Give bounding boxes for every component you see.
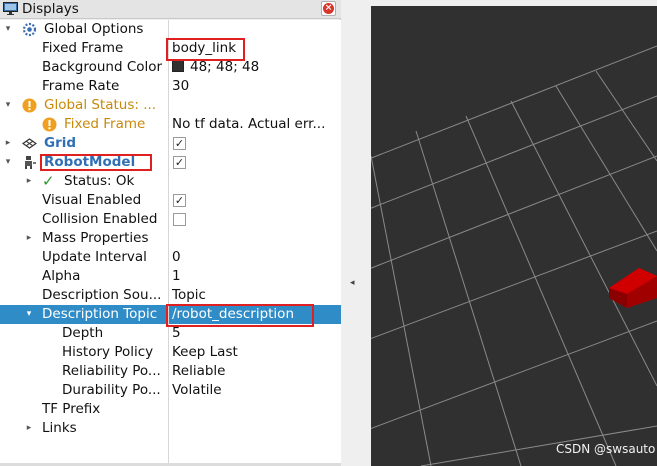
update-interval-value[interactable]: 0 (172, 248, 181, 267)
gear-icon (22, 22, 37, 37)
color-swatch (172, 60, 184, 72)
tree-row-update-interval[interactable]: Update Interval 0 (0, 248, 341, 267)
grid-icon (22, 138, 37, 149)
tree-label: Frame Rate (42, 78, 120, 94)
tree-label: Background Color (42, 59, 163, 75)
check-icon: ✓ (42, 172, 55, 190)
tree-label: Depth (62, 325, 104, 341)
tree-label: Update Interval (42, 249, 147, 265)
chevron-right-icon[interactable]: ▸ (24, 229, 34, 248)
render-view[interactable] (371, 6, 657, 466)
tree-row-grid[interactable]: ▸ Grid ✓ (0, 134, 341, 153)
status-message: No tf data. Actual err... (172, 116, 326, 132)
tree-row-status-fixed-frame[interactable]: Fixed Frame No tf data. Actual err... (0, 115, 341, 134)
tree-row-global-options[interactable]: ▾ Global Options (0, 20, 341, 39)
tree-row-visual-enabled[interactable]: Visual Enabled ✓ (0, 191, 341, 210)
collision-enabled-checkbox[interactable] (173, 213, 186, 226)
tree-label: Durability Po... (62, 382, 161, 398)
visual-enabled-checkbox[interactable]: ✓ (173, 194, 186, 207)
chevron-right-icon[interactable]: ▸ (24, 419, 34, 438)
tree-row-mass-properties[interactable]: ▸ Mass Properties (0, 229, 341, 248)
display-tree[interactable]: ▾ Global Options Fixed Frame body_link B… (0, 20, 341, 463)
chevron-right-icon[interactable]: ▸ (3, 134, 13, 153)
tree-row-alpha[interactable]: Alpha 1 (0, 267, 341, 286)
history-policy-value[interactable]: Keep Last (172, 343, 238, 362)
tree-label: History Policy (62, 344, 154, 360)
tree-label: Fixed Frame (64, 116, 146, 132)
tree-label: Status: Ok (64, 173, 135, 189)
tree-label: Fixed Frame (42, 40, 124, 56)
tree-row-frame-rate[interactable]: Frame Rate 30 (0, 77, 341, 96)
column-divider[interactable] (168, 20, 169, 463)
alpha-value[interactable]: 1 (172, 267, 181, 286)
tree-label: Reliability Po... (62, 363, 161, 379)
displays-titlebar: Displays × (0, 0, 341, 19)
robot-icon (25, 156, 36, 169)
panel-splitter[interactable] (342, 0, 371, 466)
panel-title: Displays (22, 1, 79, 17)
collapse-left-icon[interactable]: ◂ (350, 278, 355, 288)
chevron-right-icon[interactable]: ▸ (24, 172, 34, 191)
annotation-box (166, 38, 245, 61)
annotation-box (40, 154, 152, 171)
chevron-down-icon[interactable]: ▾ (3, 96, 13, 115)
tree-label: TF Prefix (42, 401, 101, 417)
tree-label: Global Status: ... (44, 97, 157, 113)
monitor-icon (3, 2, 18, 15)
tree-row-tf-prefix[interactable]: TF Prefix (0, 400, 341, 419)
tree-label: Collision Enabled (42, 211, 158, 227)
tree-row-reliability-policy[interactable]: Reliability Po... Reliable (0, 362, 341, 381)
tree-row-collision-enabled[interactable]: Collision Enabled (0, 210, 341, 229)
tree-row-history-policy[interactable]: History Policy Keep Last (0, 343, 341, 362)
grid-checkbox[interactable]: ✓ (173, 137, 186, 150)
close-icon: × (323, 3, 334, 14)
tree-label: Description Sou... (42, 287, 162, 303)
chevron-down-icon[interactable]: ▾ (3, 153, 13, 172)
reliability-policy-value[interactable]: Reliable (172, 362, 225, 381)
tree-row-global-status[interactable]: ▾ Global Status: ... (0, 96, 341, 115)
tree-label: Description Topic (42, 306, 158, 322)
tree-row-links[interactable]: ▸ Links (0, 419, 341, 438)
displays-panel: Displays × ▾ Global Options Fixed Frame … (0, 0, 341, 466)
robot-model-checkbox[interactable]: ✓ (173, 156, 186, 169)
watermark: CSDN @swsauto (556, 442, 656, 456)
annotation-box (166, 304, 314, 327)
chevron-down-icon[interactable]: ▾ (24, 305, 34, 324)
tree-label: Grid (44, 135, 77, 151)
tree-label: Global Options (44, 21, 144, 37)
tree-row-description-source[interactable]: Description Sou... Topic (0, 286, 341, 305)
grid-render (371, 45, 657, 466)
close-button[interactable]: × (321, 1, 336, 16)
tree-row-status-ok[interactable]: ▸ ✓ Status: Ok (0, 172, 341, 191)
warning-icon (22, 98, 37, 113)
tree-label: Visual Enabled (42, 192, 142, 208)
tree-label: Alpha (42, 268, 81, 284)
tree-label: Links (42, 420, 77, 436)
description-source-value[interactable]: Topic (172, 286, 206, 305)
tree-label: Mass Properties (42, 230, 149, 246)
durability-policy-value[interactable]: Volatile (172, 381, 222, 400)
frame-rate-value[interactable]: 30 (172, 77, 189, 96)
robot-body (609, 268, 657, 308)
tree-row-durability-policy[interactable]: Durability Po... Volatile (0, 381, 341, 400)
warning-icon (42, 117, 57, 132)
chevron-down-icon[interactable]: ▾ (3, 20, 13, 39)
